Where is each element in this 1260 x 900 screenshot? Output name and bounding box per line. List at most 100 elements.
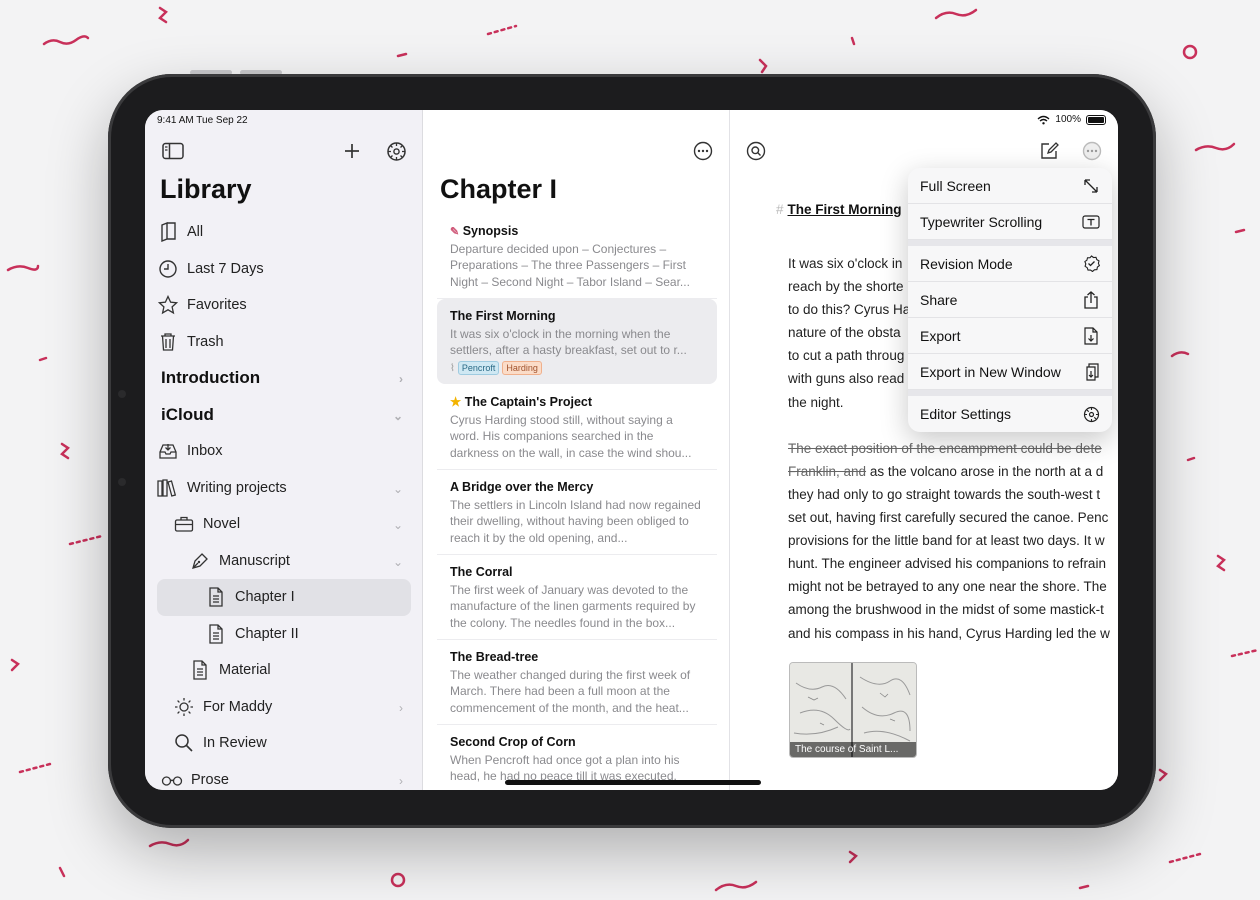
text-line: might not be betrayed to any one near th…	[788, 579, 1107, 595]
sidebar-item-prose[interactable]: Prose ›	[157, 762, 411, 791]
sidebar-item-label: Trash	[187, 333, 224, 350]
sidebar-item-inbox[interactable]: Inbox	[157, 433, 411, 470]
chevron-right-icon[interactable]: ›	[399, 774, 403, 788]
sidebar-item-writing-projects[interactable]: Writing projects ⌄	[157, 470, 411, 507]
menu-item-label: Export	[920, 327, 961, 344]
list-item-first-morning[interactable]: The First Morning It was six o'clock in …	[437, 299, 717, 384]
camera-dot	[118, 390, 126, 398]
more-menu: Full Screen Typewriter Scrolling Revisio…	[908, 168, 1112, 432]
status-time: 9:41 AM Tue Sep 22	[157, 115, 248, 126]
sidebar-item-label: iCloud	[161, 404, 214, 424]
document-icon	[205, 623, 227, 645]
chevron-right-icon[interactable]: ›	[399, 701, 403, 715]
note-preview: The settlers in Lincoln Island had now r…	[450, 498, 701, 545]
list-item-bridge[interactable]: A Bridge over the Mercy The settlers in …	[437, 470, 717, 555]
chevron-down-icon[interactable]: ⌄	[393, 409, 403, 423]
sidebar-item-label: Chapter I	[235, 589, 295, 606]
note-title: The First Morning	[450, 309, 556, 323]
sidebar-item-novel[interactable]: Novel ⌄	[157, 506, 411, 543]
struck-text: The exact position of the encampment cou…	[788, 440, 1102, 456]
map-image[interactable]: The course of Saint L...	[789, 662, 917, 758]
menu-item-revision-mode[interactable]: Revision Mode	[908, 246, 1112, 282]
sidebar-item-for-maddy[interactable]: For Maddy ›	[157, 689, 411, 726]
sidebar-item-label: Last 7 Days	[187, 260, 264, 277]
tag-pencroft[interactable]: Pencroft	[457, 361, 500, 375]
list-title: Chapter I	[440, 174, 558, 204]
heading-marker: #	[776, 202, 784, 217]
paperclip-icon: ⌇	[450, 362, 455, 374]
export-icon	[1082, 326, 1100, 345]
menu-item-label: Editor Settings	[920, 406, 1012, 422]
text-line: hunt. The engineer advised his companion…	[788, 556, 1106, 572]
menu-item-export-new-window[interactable]: Export in New Window	[908, 354, 1112, 390]
status-bar: 9:41 AM Tue Sep 22 100%	[145, 110, 1118, 130]
note-tags: ⌇ Pencroft Harding	[450, 361, 704, 375]
sidebar-item-material[interactable]: Material	[157, 652, 411, 689]
more-icon[interactable]	[1081, 140, 1103, 162]
sidebar-item-in-review[interactable]: In Review	[157, 725, 411, 762]
note-preview: Cyrus Harding stood still, without sayin…	[450, 413, 692, 460]
sidebar-item-all[interactable]: All	[157, 214, 411, 251]
compose-icon[interactable]	[1039, 140, 1061, 162]
sidebar-section-introduction[interactable]: Introduction ›	[157, 360, 411, 397]
battery-percent: 100%	[1055, 114, 1081, 125]
sidebar: Library All Last 7 Days Favorites Trash …	[145, 110, 423, 790]
trash-icon	[157, 331, 179, 353]
sidebar-item-trash[interactable]: Trash	[157, 324, 411, 361]
menu-item-share[interactable]: Share	[908, 282, 1112, 318]
note-preview: The weather changed during the first wee…	[450, 668, 691, 715]
tag-harding[interactable]: Harding	[502, 361, 542, 375]
sidebar-item-label: Manuscript	[219, 552, 290, 569]
list-item-synopsis[interactable]: ✎ Synopsis Departure decided upon – Conj…	[437, 214, 717, 299]
menu-item-label: Revision Mode	[920, 255, 1013, 272]
chevron-right-icon[interactable]: ›	[399, 372, 403, 386]
sidebar-item-label: Chapter II	[235, 625, 299, 642]
book-icon	[157, 221, 179, 243]
text-line: and his compass in his hand, Cyrus Hardi…	[788, 625, 1110, 641]
glasses-icon	[161, 769, 183, 790]
pen-icon	[189, 550, 211, 572]
sidebar-item-chapter-2[interactable]: Chapter II	[157, 616, 411, 653]
note-preview: Departure decided upon – Conjectures – P…	[450, 242, 690, 289]
sidebar-item-manuscript[interactable]: Manuscript ⌄	[157, 543, 411, 580]
screen: 9:41 AM Tue Sep 22 100% Library All Last…	[145, 110, 1118, 790]
expand-icon	[1082, 177, 1100, 195]
text-line: among the brushwood in the midst of some…	[788, 602, 1104, 618]
more-icon[interactable]	[692, 140, 714, 162]
text-line: Franklin, and as the volcano arose in th…	[788, 460, 1118, 483]
list-item-corral[interactable]: The Corral The first week of January was…	[437, 555, 717, 640]
wifi-icon	[1037, 115, 1050, 124]
add-icon[interactable]	[341, 140, 363, 162]
sidebar-toggle-icon[interactable]	[161, 140, 185, 162]
menu-item-typewriter-scrolling[interactable]: Typewriter Scrolling	[908, 204, 1112, 240]
chevron-down-icon[interactable]: ⌄	[393, 518, 403, 532]
sidebar-item-favorites[interactable]: Favorites	[157, 287, 411, 324]
chevron-down-icon[interactable]: ⌄	[393, 482, 403, 496]
menu-item-full-screen[interactable]: Full Screen	[908, 168, 1112, 204]
sidebar-section-icloud[interactable]: iCloud ⌄	[157, 397, 411, 434]
list-item-bread-tree[interactable]: The Bread-tree The weather changed durin…	[437, 640, 717, 725]
sidebar-item-label: Prose	[191, 771, 229, 788]
sidebar-item-label: All	[187, 224, 204, 241]
settings-gear-icon[interactable]	[385, 140, 407, 162]
sidebar-item-last-7-days[interactable]: Last 7 Days	[157, 251, 411, 288]
note-preview: The first week of January was devoted to…	[450, 583, 696, 630]
sidebar-item-chapter-1[interactable]: Chapter I	[157, 579, 411, 616]
editor-heading: # The First Morning	[776, 202, 902, 217]
sidebar-item-label: Inbox	[187, 443, 223, 460]
menu-item-export[interactable]: Export	[908, 318, 1112, 354]
document-icon	[205, 586, 227, 608]
list-item-captains-project[interactable]: ★ The Captain's Project Cyrus Harding st…	[437, 384, 717, 470]
note-preview: It was six o'clock in the morning when t…	[450, 327, 687, 358]
books-icon	[157, 477, 179, 499]
search-icon[interactable]	[745, 140, 767, 162]
menu-item-label: Export in New Window	[920, 363, 1061, 380]
note-title: ★ The Captain's Project	[450, 394, 704, 409]
note-list-pane: Chapter I ✎ Synopsis Departure decided u…	[424, 110, 730, 790]
menu-item-editor-settings[interactable]: Editor Settings	[908, 396, 1112, 432]
notes-list: ✎ Synopsis Departure decided upon – Conj…	[437, 214, 717, 790]
text-line: set out, having first carefully secured …	[788, 510, 1109, 526]
chevron-down-icon[interactable]: ⌄	[393, 555, 403, 569]
sidebar-item-label: Introduction	[161, 368, 261, 388]
sidebar-item-label: In Review	[203, 735, 267, 752]
